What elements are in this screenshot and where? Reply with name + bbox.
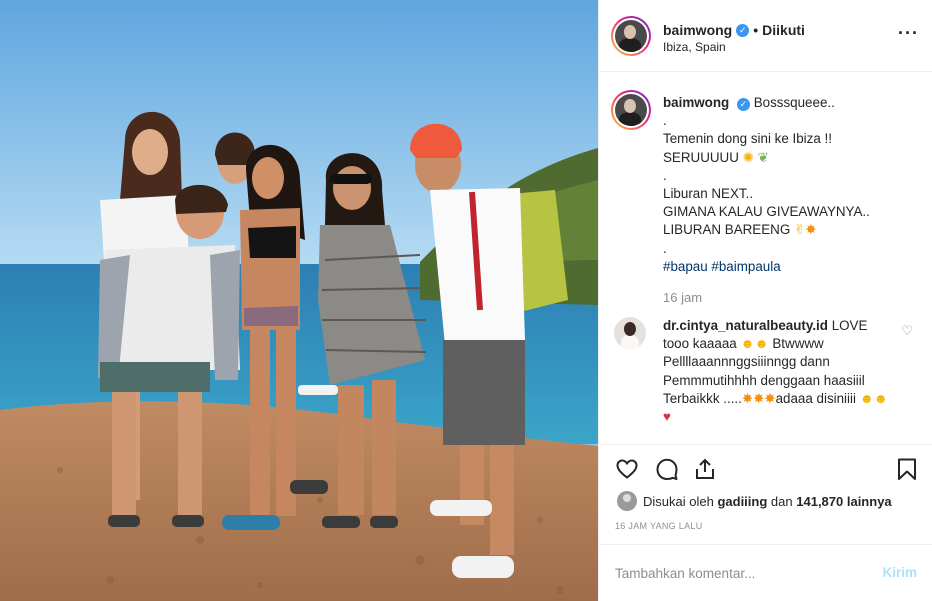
add-comment-bar: Kirim xyxy=(599,544,932,601)
caption-line: . xyxy=(663,240,667,256)
heart-icon[interactable] xyxy=(615,457,639,481)
instagram-post: baimwong ✓ • Diikuti Ibiza, Spain ··· ba… xyxy=(0,0,932,601)
caption-author-avatar[interactable] xyxy=(611,90,651,130)
caption-line: . xyxy=(663,167,667,183)
bookmark-icon[interactable] xyxy=(895,457,919,481)
post-side-panel: baimwong ✓ • Diikuti Ibiza, Spain ··· ba… xyxy=(598,0,932,601)
caption-line: GIMANA KALAU GIVEAWAYNYA.. xyxy=(663,204,870,220)
caption-line: Temenin dong sini ke Ibiza !! xyxy=(663,131,832,147)
caption-line: LIBURAN BAREENG xyxy=(663,222,791,238)
verified-badge-icon: ✓ xyxy=(736,23,750,37)
comment-icon[interactable] xyxy=(655,457,679,481)
follow-status-button[interactable]: Diikuti xyxy=(762,22,805,38)
caption-line: Bosssqueee.. xyxy=(753,95,835,110)
liker-avatar[interactable] xyxy=(617,491,637,511)
comment-like-heart-icon[interactable]: ♡ xyxy=(901,323,913,339)
herb-emoji-icon: ❦ xyxy=(757,149,769,165)
kiss-emoji-icon: ☻ xyxy=(754,336,769,352)
star-eyes-emoji-icon: ☻☻ xyxy=(859,390,888,406)
caption-line: SERUUUUU xyxy=(663,149,739,165)
thumbs-up-emoji-icon: ✌ xyxy=(793,222,806,238)
commenter-avatar[interactable] xyxy=(614,317,646,349)
fire-emoji-icon: ✸ xyxy=(805,222,817,238)
post-location[interactable]: Ibiza, Spain xyxy=(663,40,726,54)
comments-section[interactable]: baimwong ✓ Bosssqueee.. . Temenin dong s… xyxy=(599,72,932,444)
comment-input[interactable] xyxy=(615,563,865,583)
wink-emoji-icon: ☻ xyxy=(740,336,755,352)
likes-middle: dan xyxy=(770,493,793,509)
caption-hashtags[interactable]: #bapau #baimpaula xyxy=(663,258,913,276)
commenter-username[interactable]: dr.cintya_naturalbeauty.id xyxy=(663,318,828,333)
liker-username[interactable]: gadiiing xyxy=(717,494,767,509)
likes-line: Disukai oleh gadiiing dan 141,870 lainny… xyxy=(599,490,932,512)
post-header: baimwong ✓ • Diikuti Ibiza, Spain ··· xyxy=(599,0,932,72)
red-heart-emoji-icon: ♥ xyxy=(663,409,671,425)
likes-count-button[interactable]: 141,870 lainnya xyxy=(796,494,891,509)
comment-text-part: adaaa disiniiii xyxy=(775,390,856,406)
post-comment-button[interactable]: Kirim xyxy=(882,565,917,580)
caption-line: Liburan NEXT.. xyxy=(663,186,754,202)
beach-group-photo xyxy=(0,0,598,601)
verified-badge-icon: ✓ xyxy=(736,98,750,111)
author-line: baimwong ✓ • Diikuti xyxy=(663,22,805,38)
caption-time: 16 jam xyxy=(663,290,703,305)
action-bar xyxy=(599,444,932,494)
separator-dot: • xyxy=(753,22,759,38)
author-username[interactable]: baimwong xyxy=(663,22,732,38)
fire-emoji-icon: ✸✸✸ xyxy=(741,390,776,406)
caption-text: baimwong ✓ Bosssqueee.. . Temenin dong s… xyxy=(663,94,913,276)
caption-line: . xyxy=(663,113,667,129)
comment-text: dr.cintya_naturalbeauty.id LOVE tooo kaa… xyxy=(663,317,888,426)
more-horizontal-icon[interactable]: ··· xyxy=(898,24,919,42)
post-timestamp[interactable]: 16 JAM YANG LALU xyxy=(615,521,703,531)
sun-emoji-icon: ✺ xyxy=(742,149,754,165)
share-icon[interactable] xyxy=(693,457,717,481)
likes-prefix: Disukai oleh xyxy=(643,493,714,509)
caption-username[interactable]: baimwong xyxy=(663,95,729,110)
author-avatar[interactable] xyxy=(611,16,651,56)
post-photo[interactable] xyxy=(0,0,598,601)
